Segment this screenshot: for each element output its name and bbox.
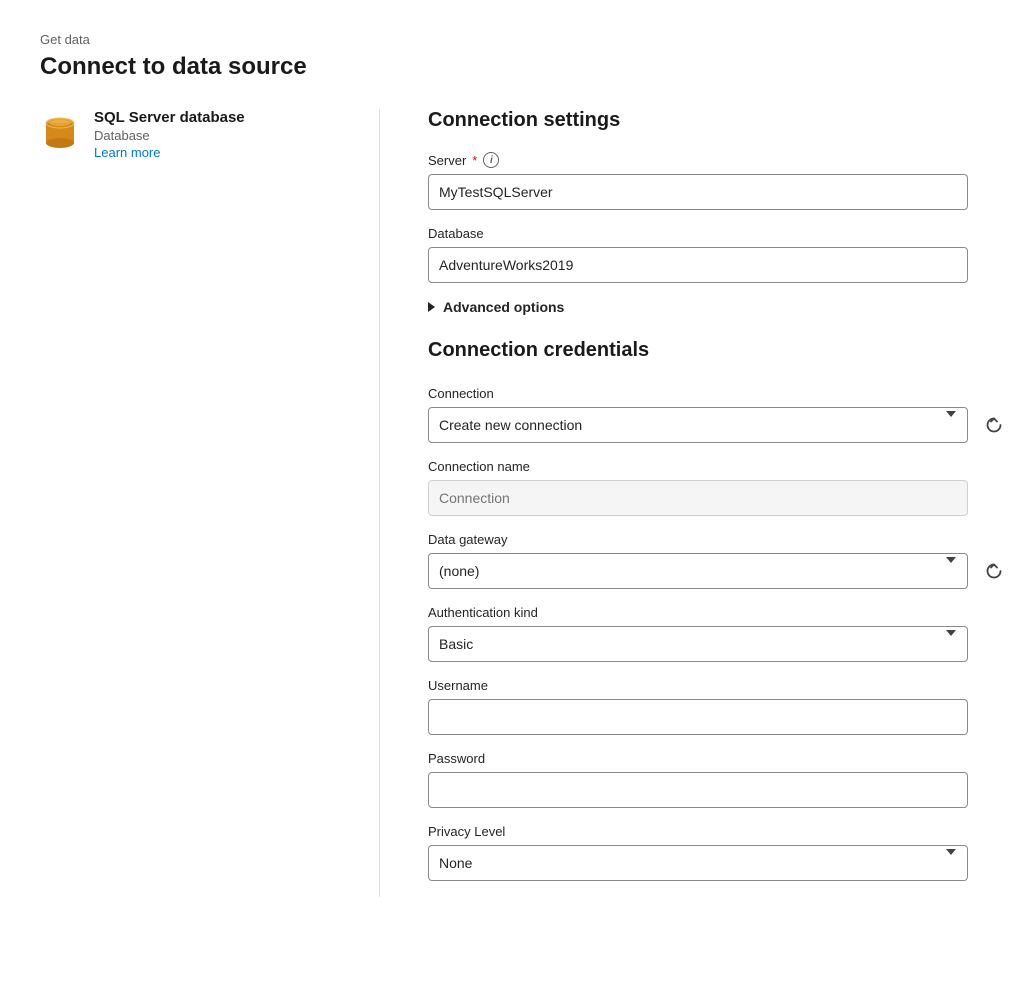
database-label-group: Database — [428, 226, 1010, 241]
connection-group: Connection Create new connection — [428, 386, 1010, 443]
page-container: Get data Connect to data source — [0, 0, 1017, 986]
server-info-icon[interactable]: i — [483, 152, 499, 168]
connection-credentials-title: Connection credentials — [428, 339, 1010, 362]
data-gateway-select-wrapper: (none) — [428, 553, 968, 589]
connection-name-label-group: Connection name — [428, 459, 1010, 474]
chevron-right-icon — [428, 302, 435, 312]
username-label-group: Username — [428, 678, 1010, 693]
connector-name: SQL Server database — [94, 109, 245, 126]
connection-select-row: Create new connection — [428, 407, 1010, 443]
privacy-level-group: Privacy Level None Private Organizationa… — [428, 824, 1010, 881]
password-group: Password — [428, 751, 1010, 808]
server-label-group: Server * i — [428, 152, 1010, 168]
password-label: Password — [428, 751, 485, 766]
breadcrumb: Get data — [40, 32, 977, 47]
connection-name-group: Connection name — [428, 459, 1010, 516]
connection-label-group: Connection — [428, 386, 1010, 401]
left-panel: SQL Server database Database Learn more — [40, 109, 380, 897]
section-divider: Connection credentials — [428, 339, 1010, 362]
connection-refresh-button[interactable] — [978, 409, 1010, 441]
auth-kind-select[interactable]: Basic Windows OAuth2 — [428, 626, 968, 662]
auth-kind-select-wrapper: Basic Windows OAuth2 — [428, 626, 968, 662]
privacy-level-select-wrapper: None Private Organizational Public — [428, 845, 968, 881]
data-gateway-refresh-button[interactable] — [978, 555, 1010, 587]
connector-card: SQL Server database Database Learn more — [40, 109, 339, 160]
content-area: SQL Server database Database Learn more … — [40, 109, 977, 897]
data-gateway-select-row: (none) — [428, 553, 1010, 589]
server-input[interactable] — [428, 174, 968, 210]
server-label: Server — [428, 153, 466, 168]
data-gateway-group: Data gateway (none) — [428, 532, 1010, 589]
connection-name-label: Connection name — [428, 459, 530, 474]
password-label-group: Password — [428, 751, 1010, 766]
connection-name-input[interactable] — [428, 480, 968, 516]
password-input[interactable] — [428, 772, 968, 808]
sql-server-icon — [40, 113, 80, 153]
data-gateway-select[interactable]: (none) — [428, 553, 968, 589]
right-panel: Connection settings Server * i Database — [380, 109, 1010, 897]
page-title: Connect to data source — [40, 53, 977, 81]
privacy-level-label: Privacy Level — [428, 824, 505, 839]
database-group: Database — [428, 226, 1010, 283]
server-required-star: * — [472, 153, 477, 168]
refresh-icon — [985, 416, 1003, 434]
auth-kind-group: Authentication kind Basic Windows OAuth2 — [428, 605, 1010, 662]
database-label: Database — [428, 226, 484, 241]
data-gateway-label: Data gateway — [428, 532, 508, 547]
connection-label: Connection — [428, 386, 494, 401]
username-input[interactable] — [428, 699, 968, 735]
database-input[interactable] — [428, 247, 968, 283]
connection-select[interactable]: Create new connection — [428, 407, 968, 443]
connection-select-wrapper: Create new connection — [428, 407, 968, 443]
advanced-options-label: Advanced options — [443, 299, 564, 315]
server-group: Server * i — [428, 152, 1010, 210]
connection-settings-title: Connection settings — [428, 109, 1010, 132]
auth-kind-label-group: Authentication kind — [428, 605, 1010, 620]
refresh-icon — [985, 562, 1003, 580]
username-group: Username — [428, 678, 1010, 735]
username-label: Username — [428, 678, 488, 693]
connector-info: SQL Server database Database Learn more — [94, 109, 245, 160]
data-gateway-label-group: Data gateway — [428, 532, 1010, 547]
privacy-level-label-group: Privacy Level — [428, 824, 1010, 839]
auth-kind-label: Authentication kind — [428, 605, 538, 620]
learn-more-link[interactable]: Learn more — [94, 145, 245, 160]
privacy-level-select[interactable]: None Private Organizational Public — [428, 845, 968, 881]
connector-type: Database — [94, 128, 245, 143]
advanced-options-toggle[interactable]: Advanced options — [428, 299, 1010, 315]
